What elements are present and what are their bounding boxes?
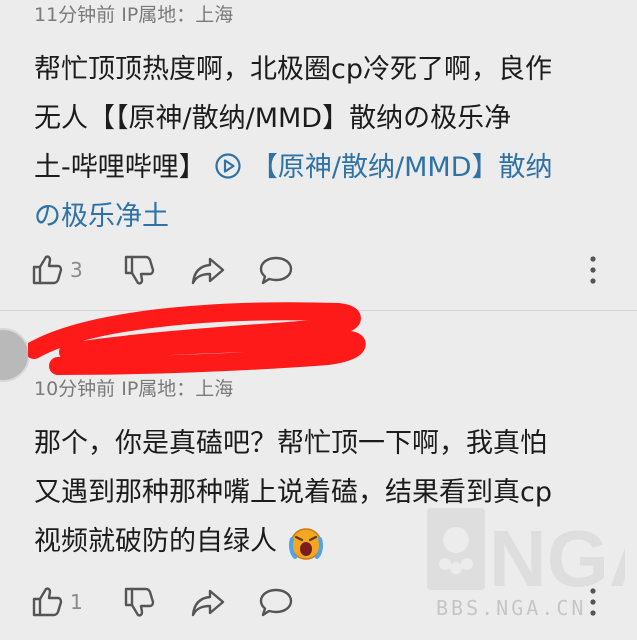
watermark-text: BBS.NGA.CN xyxy=(436,596,587,620)
comment-text: 视频就破防的自绿人 xyxy=(34,526,277,557)
thumb-up-icon xyxy=(32,587,63,617)
comment-text-line: 那个，你是真磕吧？帮忙顶一下啊，我真怕 xyxy=(34,428,547,459)
comment-text-line: 土-哔哩哔哩】 【原神/散纳/MMD】散纳 xyxy=(34,143,619,192)
comment-icon xyxy=(259,256,293,285)
like-button[interactable]: 3 xyxy=(30,252,83,288)
more-vertical-icon xyxy=(590,256,596,284)
dislike-button[interactable] xyxy=(122,252,156,288)
comment-text: 土-哔哩哔哩】 xyxy=(34,152,215,183)
dislike-button[interactable] xyxy=(122,584,156,620)
share-icon xyxy=(191,589,225,617)
svg-text:NGA: NGA xyxy=(489,514,625,600)
comment-text-line: 帮忙顶顶热度啊，北极圈cp冷死了啊，良作 xyxy=(34,54,552,85)
like-button[interactable]: 1 xyxy=(30,584,83,620)
comment-meta: 11分钟前 IP属地：上海 xyxy=(34,4,234,26)
video-link-text[interactable]: 【原神/散纳/MMD】散纳 xyxy=(251,152,553,183)
thumb-up-icon xyxy=(32,255,63,285)
reply-button[interactable] xyxy=(258,584,294,620)
more-options-button[interactable] xyxy=(588,252,598,288)
comment-icon xyxy=(259,588,293,617)
video-link[interactable]: 【原神/散纳/MMD】散纳 xyxy=(214,152,553,183)
avatar[interactable] xyxy=(0,328,30,382)
play-circle-icon xyxy=(215,153,241,179)
thumb-down-icon xyxy=(124,587,155,617)
comment-text-line: 无人【【原神/散纳/MMD】散纳の极乐净 xyxy=(34,103,512,134)
like-count: 3 xyxy=(70,258,83,282)
share-button[interactable] xyxy=(190,252,226,288)
reply-button[interactable] xyxy=(258,252,294,288)
share-button[interactable] xyxy=(190,584,226,620)
nga-watermark-logo: NGA xyxy=(427,508,625,600)
crying-emoji-icon xyxy=(288,527,323,560)
share-icon xyxy=(191,257,225,285)
thumb-down-icon xyxy=(124,255,155,285)
like-count: 1 xyxy=(70,590,83,614)
redaction-scribble xyxy=(28,302,366,375)
comment-body: 帮忙顶顶热度啊，北极圈cp冷死了啊，良作 无人【【原神/散纳/MMD】散纳の极乐… xyxy=(34,45,619,241)
comment-actions: 3 xyxy=(30,252,620,288)
comment-meta: 10分钟前 IP属地：上海 xyxy=(34,378,234,400)
video-link-continued[interactable]: の极乐净土 xyxy=(34,192,619,241)
